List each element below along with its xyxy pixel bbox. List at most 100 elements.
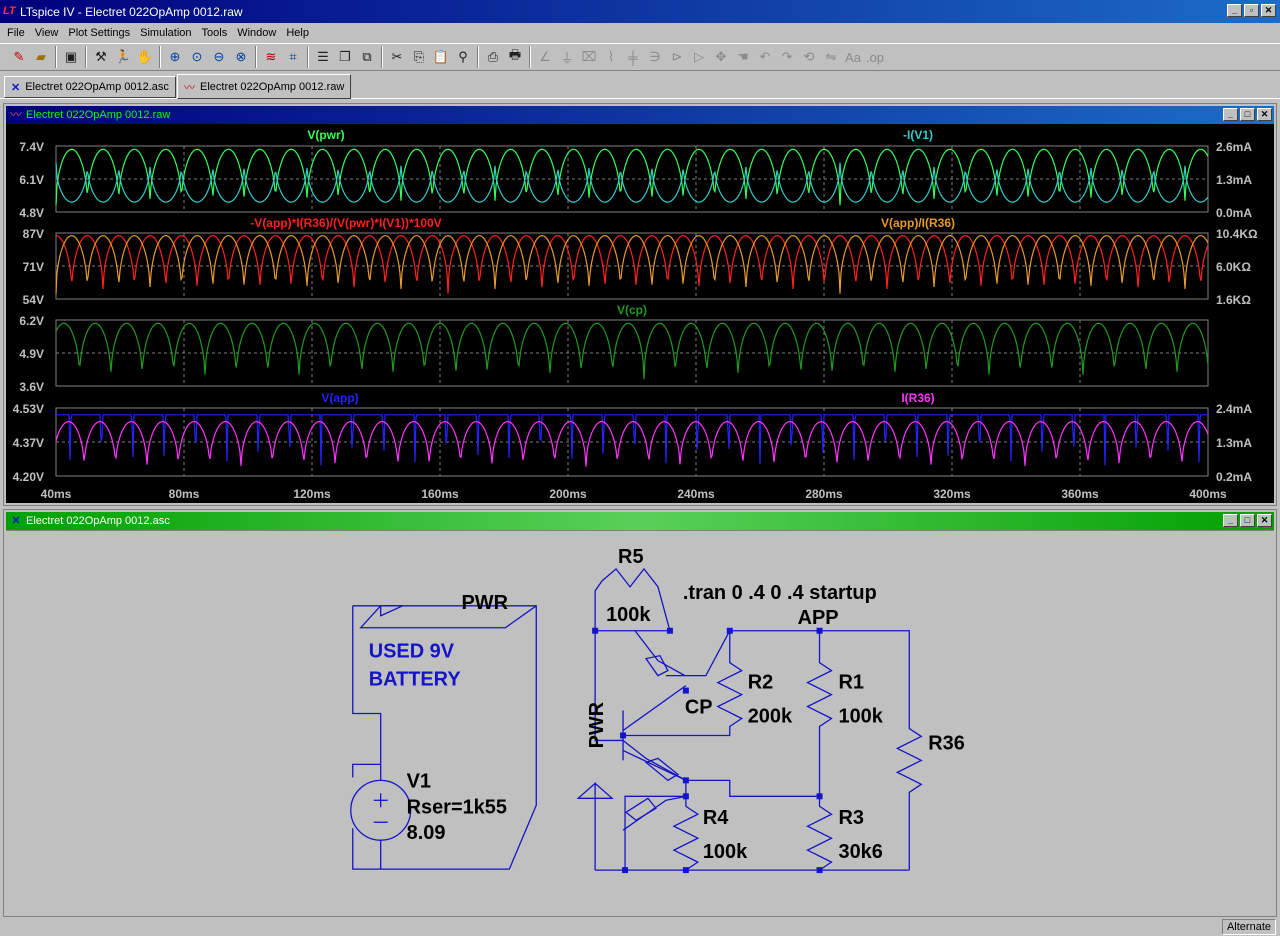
close-windows-icon[interactable]: ⧉ bbox=[356, 46, 378, 68]
status-bar: Alternate bbox=[0, 918, 1280, 936]
waveform-minimize-button[interactable]: _ bbox=[1223, 108, 1238, 121]
paste-icon[interactable]: 📋 bbox=[430, 46, 452, 68]
find-icon[interactable]: ⚲ bbox=[452, 46, 474, 68]
schematic-window: ✕ Electret 022OpAmp 0012.asc _ □ ✕ PWR U… bbox=[3, 509, 1277, 917]
trace-label-red: -V(app)*I(R36)/(V(pwr)*I(V1))*100V bbox=[250, 216, 441, 230]
menu-view[interactable]: View bbox=[30, 27, 64, 39]
waveform-plot[interactable]: 7.4V 6.1V 4.8V 2.6mA 1.3mA 0.0mA 87V 71V 54V 10.4… bbox=[6, 124, 1274, 503]
copy-icon[interactable]: ⎘ bbox=[408, 46, 430, 68]
menu-simulation[interactable]: Simulation bbox=[135, 27, 196, 39]
zoom-fit-icon[interactable]: ⊙ bbox=[186, 46, 208, 68]
y-tick-left: 4.20V bbox=[13, 470, 44, 484]
resistor-r2 bbox=[623, 630, 744, 737]
y-tick-right: 10.4KΩ bbox=[1216, 227, 1258, 241]
y-tick-left: 54V bbox=[23, 293, 44, 307]
y-tick-left: 4.37V bbox=[13, 436, 44, 450]
print-setup-icon[interactable]: ⎙ bbox=[482, 46, 504, 68]
undo-icon[interactable]: ↶ bbox=[754, 46, 776, 68]
control-panel-icon[interactable]: ⚒ bbox=[90, 46, 112, 68]
y-tick-right: 0.0mA bbox=[1216, 206, 1252, 220]
x-tick-label: 320ms bbox=[933, 487, 971, 501]
schematic-canvas[interactable]: PWR USED 9V BATTERY V1 Rser=1k55 8.09 R5… bbox=[6, 530, 1274, 914]
y-tick-right: 2.4mA bbox=[1216, 402, 1252, 416]
menu-tools[interactable]: Tools bbox=[197, 27, 233, 39]
menu-help[interactable]: Help bbox=[281, 27, 314, 39]
trace-label-v-pwr: V(pwr) bbox=[307, 128, 344, 142]
resistor-r3 bbox=[806, 796, 833, 871]
mirror-icon[interactable]: ⇋ bbox=[820, 46, 842, 68]
cut-icon[interactable]: ✂ bbox=[386, 46, 408, 68]
cascade-icon[interactable]: ❐ bbox=[334, 46, 356, 68]
waveform-maximize-button[interactable]: □ bbox=[1240, 108, 1255, 121]
zoom-in-icon[interactable]: ⊕ bbox=[164, 46, 186, 68]
trace-label-v-app: V(app) bbox=[321, 391, 358, 405]
move-icon[interactable]: ✥ bbox=[710, 46, 732, 68]
waveform-close-button[interactable]: ✕ bbox=[1257, 108, 1272, 121]
resistor-r1 bbox=[806, 630, 833, 797]
redo-icon[interactable]: ↷ bbox=[776, 46, 798, 68]
wire-icon[interactable]: ∠ bbox=[534, 46, 556, 68]
y-tick-right: 1.3mA bbox=[1216, 173, 1252, 187]
zoom-full-icon[interactable]: ⊗ bbox=[230, 46, 252, 68]
status-mode: Alternate bbox=[1221, 919, 1276, 935]
label-net-icon[interactable]: ⌧ bbox=[578, 46, 600, 68]
spice-directive-icon[interactable]: .op bbox=[864, 46, 886, 68]
trace-red bbox=[55, 234, 1209, 294]
print-icon[interactable]: 🖶 bbox=[504, 46, 526, 68]
y-tick-left: 6.1V bbox=[19, 173, 44, 187]
waveform-icon: 〰 bbox=[10, 109, 22, 121]
x-tick-label: 240ms bbox=[677, 487, 715, 501]
capacitor-icon[interactable]: ╪ bbox=[622, 46, 644, 68]
schematic-window-titlebar[interactable]: ✕ Electret 022OpAmp 0012.asc _ □ ✕ bbox=[6, 512, 1274, 530]
resistor-r36 bbox=[819, 630, 923, 871]
halt-icon[interactable]: ✋ bbox=[134, 46, 156, 68]
spice-directive[interactable]: .tran 0 .4 0 .4 startup bbox=[683, 582, 877, 604]
drag-icon[interactable]: ☚ bbox=[732, 46, 754, 68]
schematic-maximize-button[interactable]: □ bbox=[1240, 514, 1255, 527]
trace-label-i-v1: -I(V1) bbox=[903, 128, 933, 142]
close-button[interactable]: ✕ bbox=[1261, 4, 1276, 17]
schematic-icon: ✕ bbox=[11, 81, 21, 94]
run-icon[interactable]: 🏃 bbox=[112, 46, 134, 68]
rotate-icon[interactable]: ⟲ bbox=[798, 46, 820, 68]
pick-traces-icon[interactable]: ⌗ bbox=[282, 46, 304, 68]
trace-label-v-cp: V(cp) bbox=[617, 303, 647, 317]
new-schematic-icon[interactable]: ✎ bbox=[8, 46, 30, 68]
inductor-icon[interactable]: ∋ bbox=[644, 46, 666, 68]
text-icon[interactable]: Aa bbox=[842, 46, 864, 68]
restore-button[interactable]: ▫ bbox=[1244, 4, 1259, 17]
trace-label-i-r36: I(R36) bbox=[901, 391, 934, 405]
schematic-minimize-button[interactable]: _ bbox=[1223, 514, 1238, 527]
menu-window[interactable]: Window bbox=[232, 27, 281, 39]
waveform-window-titlebar[interactable]: 〰 Electret 022OpAmp 0012.raw _ □ ✕ bbox=[6, 106, 1274, 124]
save-icon[interactable]: ▣ bbox=[60, 46, 82, 68]
x-tick-label: 160ms bbox=[421, 487, 459, 501]
tile-horizontal-icon[interactable]: ☰ bbox=[312, 46, 334, 68]
y-tick-left: 6.2V bbox=[19, 314, 44, 328]
schematic-close-button[interactable]: ✕ bbox=[1257, 514, 1272, 527]
menu-plot-settings[interactable]: Plot Settings bbox=[63, 27, 135, 39]
toolbar: ✎ ▰ ▣ ⚒ 🏃 ✋ ⊕ ⊙ ⊖ ⊗ ≋ ⌗ ☰ ❐ ⧉ ✂ ⎘ 📋 ⚲ ⎙ … bbox=[0, 43, 1280, 71]
tab-schematic[interactable]: ✕ Electret 022OpAmp 0012.asc bbox=[4, 76, 176, 98]
open-icon[interactable]: ▰ bbox=[30, 46, 52, 68]
zoom-out-icon[interactable]: ⊖ bbox=[208, 46, 230, 68]
autorange-icon[interactable]: ≋ bbox=[260, 46, 282, 68]
resistor-icon[interactable]: ⌇ bbox=[600, 46, 622, 68]
r4-value: 100k bbox=[703, 841, 748, 863]
r5-ref: R5 bbox=[618, 546, 644, 568]
tab-schematic-label: Electret 022OpAmp 0012.asc bbox=[25, 81, 169, 93]
v1-ref: V1 bbox=[407, 770, 431, 792]
x-tick-label: 360ms bbox=[1061, 487, 1099, 501]
app-title-bar: LT LTspice IV - Electret 022OpAmp 0012.r… bbox=[0, 0, 1280, 23]
ground-icon[interactable]: ⏚ bbox=[556, 46, 578, 68]
menu-file[interactable]: File bbox=[2, 27, 30, 39]
diode-icon[interactable]: ⊳ bbox=[666, 46, 688, 68]
v1-rser: Rser=1k55 bbox=[407, 796, 507, 818]
r2-ref: R2 bbox=[748, 672, 774, 694]
trace-label-orange: V(app)/I(R36) bbox=[881, 216, 955, 230]
component-icon[interactable]: ▷ bbox=[688, 46, 710, 68]
waveform-window: 〰 Electret 022OpAmp 0012.raw _ □ ✕ 7.4V 6… bbox=[3, 103, 1277, 506]
x-tick-label: 80ms bbox=[169, 487, 200, 501]
tab-waveform[interactable]: 〰 Electret 022OpAmp 0012.raw bbox=[177, 74, 351, 99]
minimize-button[interactable]: _ bbox=[1227, 4, 1242, 17]
